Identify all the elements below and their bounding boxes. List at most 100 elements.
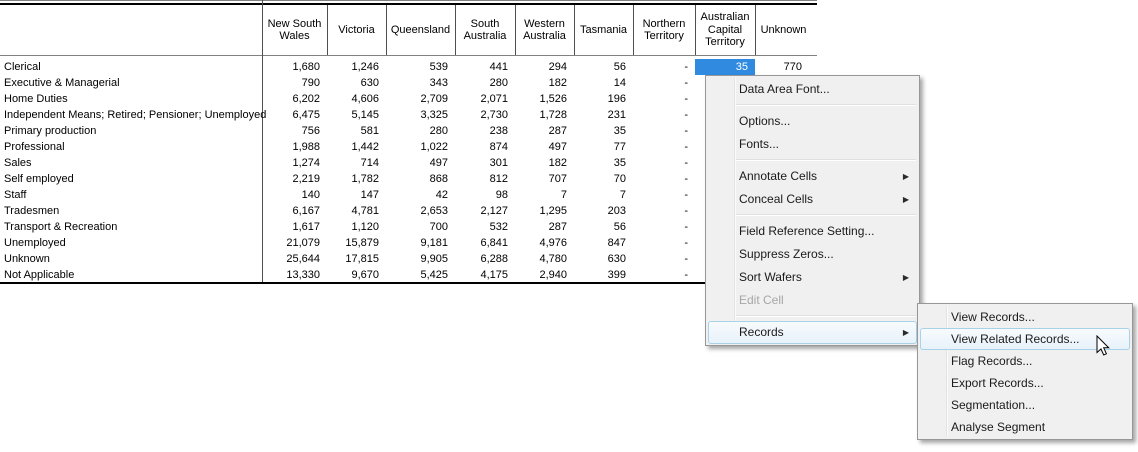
row-label-professional[interactable]: Professional bbox=[0, 139, 262, 155]
data-cell[interactable]: 4,976 bbox=[515, 235, 574, 251]
data-cell[interactable]: 147 bbox=[327, 187, 386, 203]
data-cell[interactable]: 2,219 bbox=[262, 171, 327, 187]
data-cell[interactable]: - bbox=[633, 219, 695, 235]
row-label-independent-means-retired-pensioner-unemployed[interactable]: Independent Means; Retired; Pensioner; U… bbox=[0, 107, 262, 123]
data-cell[interactable]: 182 bbox=[515, 155, 574, 171]
row-label-staff[interactable]: Staff bbox=[0, 187, 262, 203]
column-header-new-south-wales[interactable]: New South Wales bbox=[262, 5, 327, 55]
data-cell[interactable]: - bbox=[633, 107, 695, 123]
data-cell[interactable]: 280 bbox=[455, 75, 515, 91]
data-cell[interactable]: 4,606 bbox=[327, 91, 386, 107]
data-cell[interactable]: 2,940 bbox=[515, 267, 574, 283]
row-label-tradesmen[interactable]: Tradesmen bbox=[0, 203, 262, 219]
data-cell[interactable]: 21,079 bbox=[262, 235, 327, 251]
data-cell[interactable]: 9,905 bbox=[386, 251, 455, 267]
data-cell[interactable]: 9,181 bbox=[386, 235, 455, 251]
data-cell[interactable]: 532 bbox=[455, 219, 515, 235]
data-cell[interactable]: 17,815 bbox=[327, 251, 386, 267]
data-cell[interactable]: 5,145 bbox=[327, 107, 386, 123]
data-cell[interactable]: 707 bbox=[515, 171, 574, 187]
data-cell[interactable]: 1,022 bbox=[386, 139, 455, 155]
data-cell[interactable]: 98 bbox=[455, 187, 515, 203]
data-cell[interactable]: 4,175 bbox=[455, 267, 515, 283]
data-cell[interactable]: 812 bbox=[455, 171, 515, 187]
data-cell[interactable]: 15,879 bbox=[327, 235, 386, 251]
data-cell[interactable]: 581 bbox=[327, 123, 386, 139]
row-label-home-duties[interactable]: Home Duties bbox=[0, 91, 262, 107]
data-cell[interactable]: 13,330 bbox=[262, 267, 327, 283]
selected-data-cell[interactable]: 35 bbox=[695, 59, 755, 75]
menu-item-export-records[interactable]: Export Records... bbox=[920, 372, 1130, 394]
data-cell[interactable]: 287 bbox=[515, 123, 574, 139]
row-label-clerical[interactable]: Clerical bbox=[0, 59, 262, 75]
data-cell[interactable]: - bbox=[633, 139, 695, 155]
data-cell[interactable]: 9,670 bbox=[327, 267, 386, 283]
data-cell[interactable]: 4,781 bbox=[327, 203, 386, 219]
data-cell[interactable]: 1,274 bbox=[262, 155, 327, 171]
menu-item-data-area-font[interactable]: Data Area Font... bbox=[708, 78, 917, 101]
data-cell[interactable]: 874 bbox=[455, 139, 515, 155]
data-cell[interactable]: 441 bbox=[455, 59, 515, 75]
data-cell[interactable]: 1,246 bbox=[327, 59, 386, 75]
data-cell[interactable]: - bbox=[633, 203, 695, 219]
menu-item-view-records[interactable]: View Records... bbox=[920, 306, 1130, 328]
column-header-northern-territory[interactable]: Northern Territory bbox=[633, 5, 695, 55]
data-cell[interactable]: 5,425 bbox=[386, 267, 455, 283]
data-cell[interactable]: - bbox=[633, 155, 695, 171]
data-cell[interactable]: - bbox=[633, 187, 695, 203]
data-cell[interactable]: 1,988 bbox=[262, 139, 327, 155]
data-cell[interactable]: 847 bbox=[574, 235, 633, 251]
row-label-unemployed[interactable]: Unemployed bbox=[0, 235, 262, 251]
data-cell[interactable]: 6,475 bbox=[262, 107, 327, 123]
data-cell[interactable]: 203 bbox=[574, 203, 633, 219]
menu-item-field-reference-setting[interactable]: Field Reference Setting... bbox=[708, 220, 917, 243]
data-cell[interactable]: 714 bbox=[327, 155, 386, 171]
data-cell[interactable]: 294 bbox=[515, 59, 574, 75]
data-cell[interactable]: 42 bbox=[386, 187, 455, 203]
menu-item-analyse-segment[interactable]: Analyse Segment bbox=[920, 416, 1130, 438]
data-cell[interactable]: 280 bbox=[386, 123, 455, 139]
data-cell[interactable]: 497 bbox=[515, 139, 574, 155]
data-cell[interactable]: 1,295 bbox=[515, 203, 574, 219]
menu-item-segmentation[interactable]: Segmentation... bbox=[920, 394, 1130, 416]
data-cell[interactable]: 630 bbox=[574, 251, 633, 267]
data-cell[interactable]: 2,730 bbox=[455, 107, 515, 123]
data-cell[interactable]: 497 bbox=[386, 155, 455, 171]
column-header-western-australia[interactable]: Western Australia bbox=[515, 5, 574, 55]
data-cell[interactable]: 182 bbox=[515, 75, 574, 91]
column-header-unknown[interactable]: Unknown bbox=[755, 5, 812, 55]
column-header-australian-capital-territory[interactable]: Australian Capital Territory bbox=[695, 5, 755, 55]
menu-item-fonts[interactable]: Fonts... bbox=[708, 133, 917, 156]
data-cell[interactable]: 6,202 bbox=[262, 91, 327, 107]
data-cell[interactable]: 756 bbox=[262, 123, 327, 139]
data-cell[interactable]: - bbox=[633, 75, 695, 91]
data-cell[interactable]: 1,782 bbox=[327, 171, 386, 187]
row-label-unknown[interactable]: Unknown bbox=[0, 251, 262, 267]
menu-item-suppress-zeros[interactable]: Suppress Zeros... bbox=[708, 243, 917, 266]
data-cell[interactable]: 35 bbox=[574, 155, 633, 171]
data-cell[interactable]: 56 bbox=[574, 219, 633, 235]
data-cell[interactable]: 2,071 bbox=[455, 91, 515, 107]
row-label-transport-recreation[interactable]: Transport & Recreation bbox=[0, 219, 262, 235]
data-cell[interactable]: 2,709 bbox=[386, 91, 455, 107]
data-cell[interactable]: 630 bbox=[327, 75, 386, 91]
data-cell[interactable]: 1,120 bbox=[327, 219, 386, 235]
data-cell[interactable]: - bbox=[633, 123, 695, 139]
data-cell[interactable]: - bbox=[633, 171, 695, 187]
data-cell[interactable]: - bbox=[633, 235, 695, 251]
data-cell[interactable]: 287 bbox=[515, 219, 574, 235]
data-cell[interactable]: 1,526 bbox=[515, 91, 574, 107]
menu-item-sort-wafers[interactable]: Sort Wafers▶ bbox=[708, 266, 917, 289]
data-cell[interactable]: 4,780 bbox=[515, 251, 574, 267]
data-cell[interactable]: 2,653 bbox=[386, 203, 455, 219]
data-cell[interactable]: - bbox=[633, 251, 695, 267]
data-cell[interactable]: 301 bbox=[455, 155, 515, 171]
data-cell[interactable]: 3,325 bbox=[386, 107, 455, 123]
data-cell[interactable]: - bbox=[633, 267, 695, 283]
data-cell[interactable]: 196 bbox=[574, 91, 633, 107]
column-header-victoria[interactable]: Victoria bbox=[327, 5, 386, 55]
data-cell[interactable]: 343 bbox=[386, 75, 455, 91]
data-cell[interactable]: 1,680 bbox=[262, 59, 327, 75]
data-cell[interactable]: 1,728 bbox=[515, 107, 574, 123]
data-cell[interactable]: 25,644 bbox=[262, 251, 327, 267]
